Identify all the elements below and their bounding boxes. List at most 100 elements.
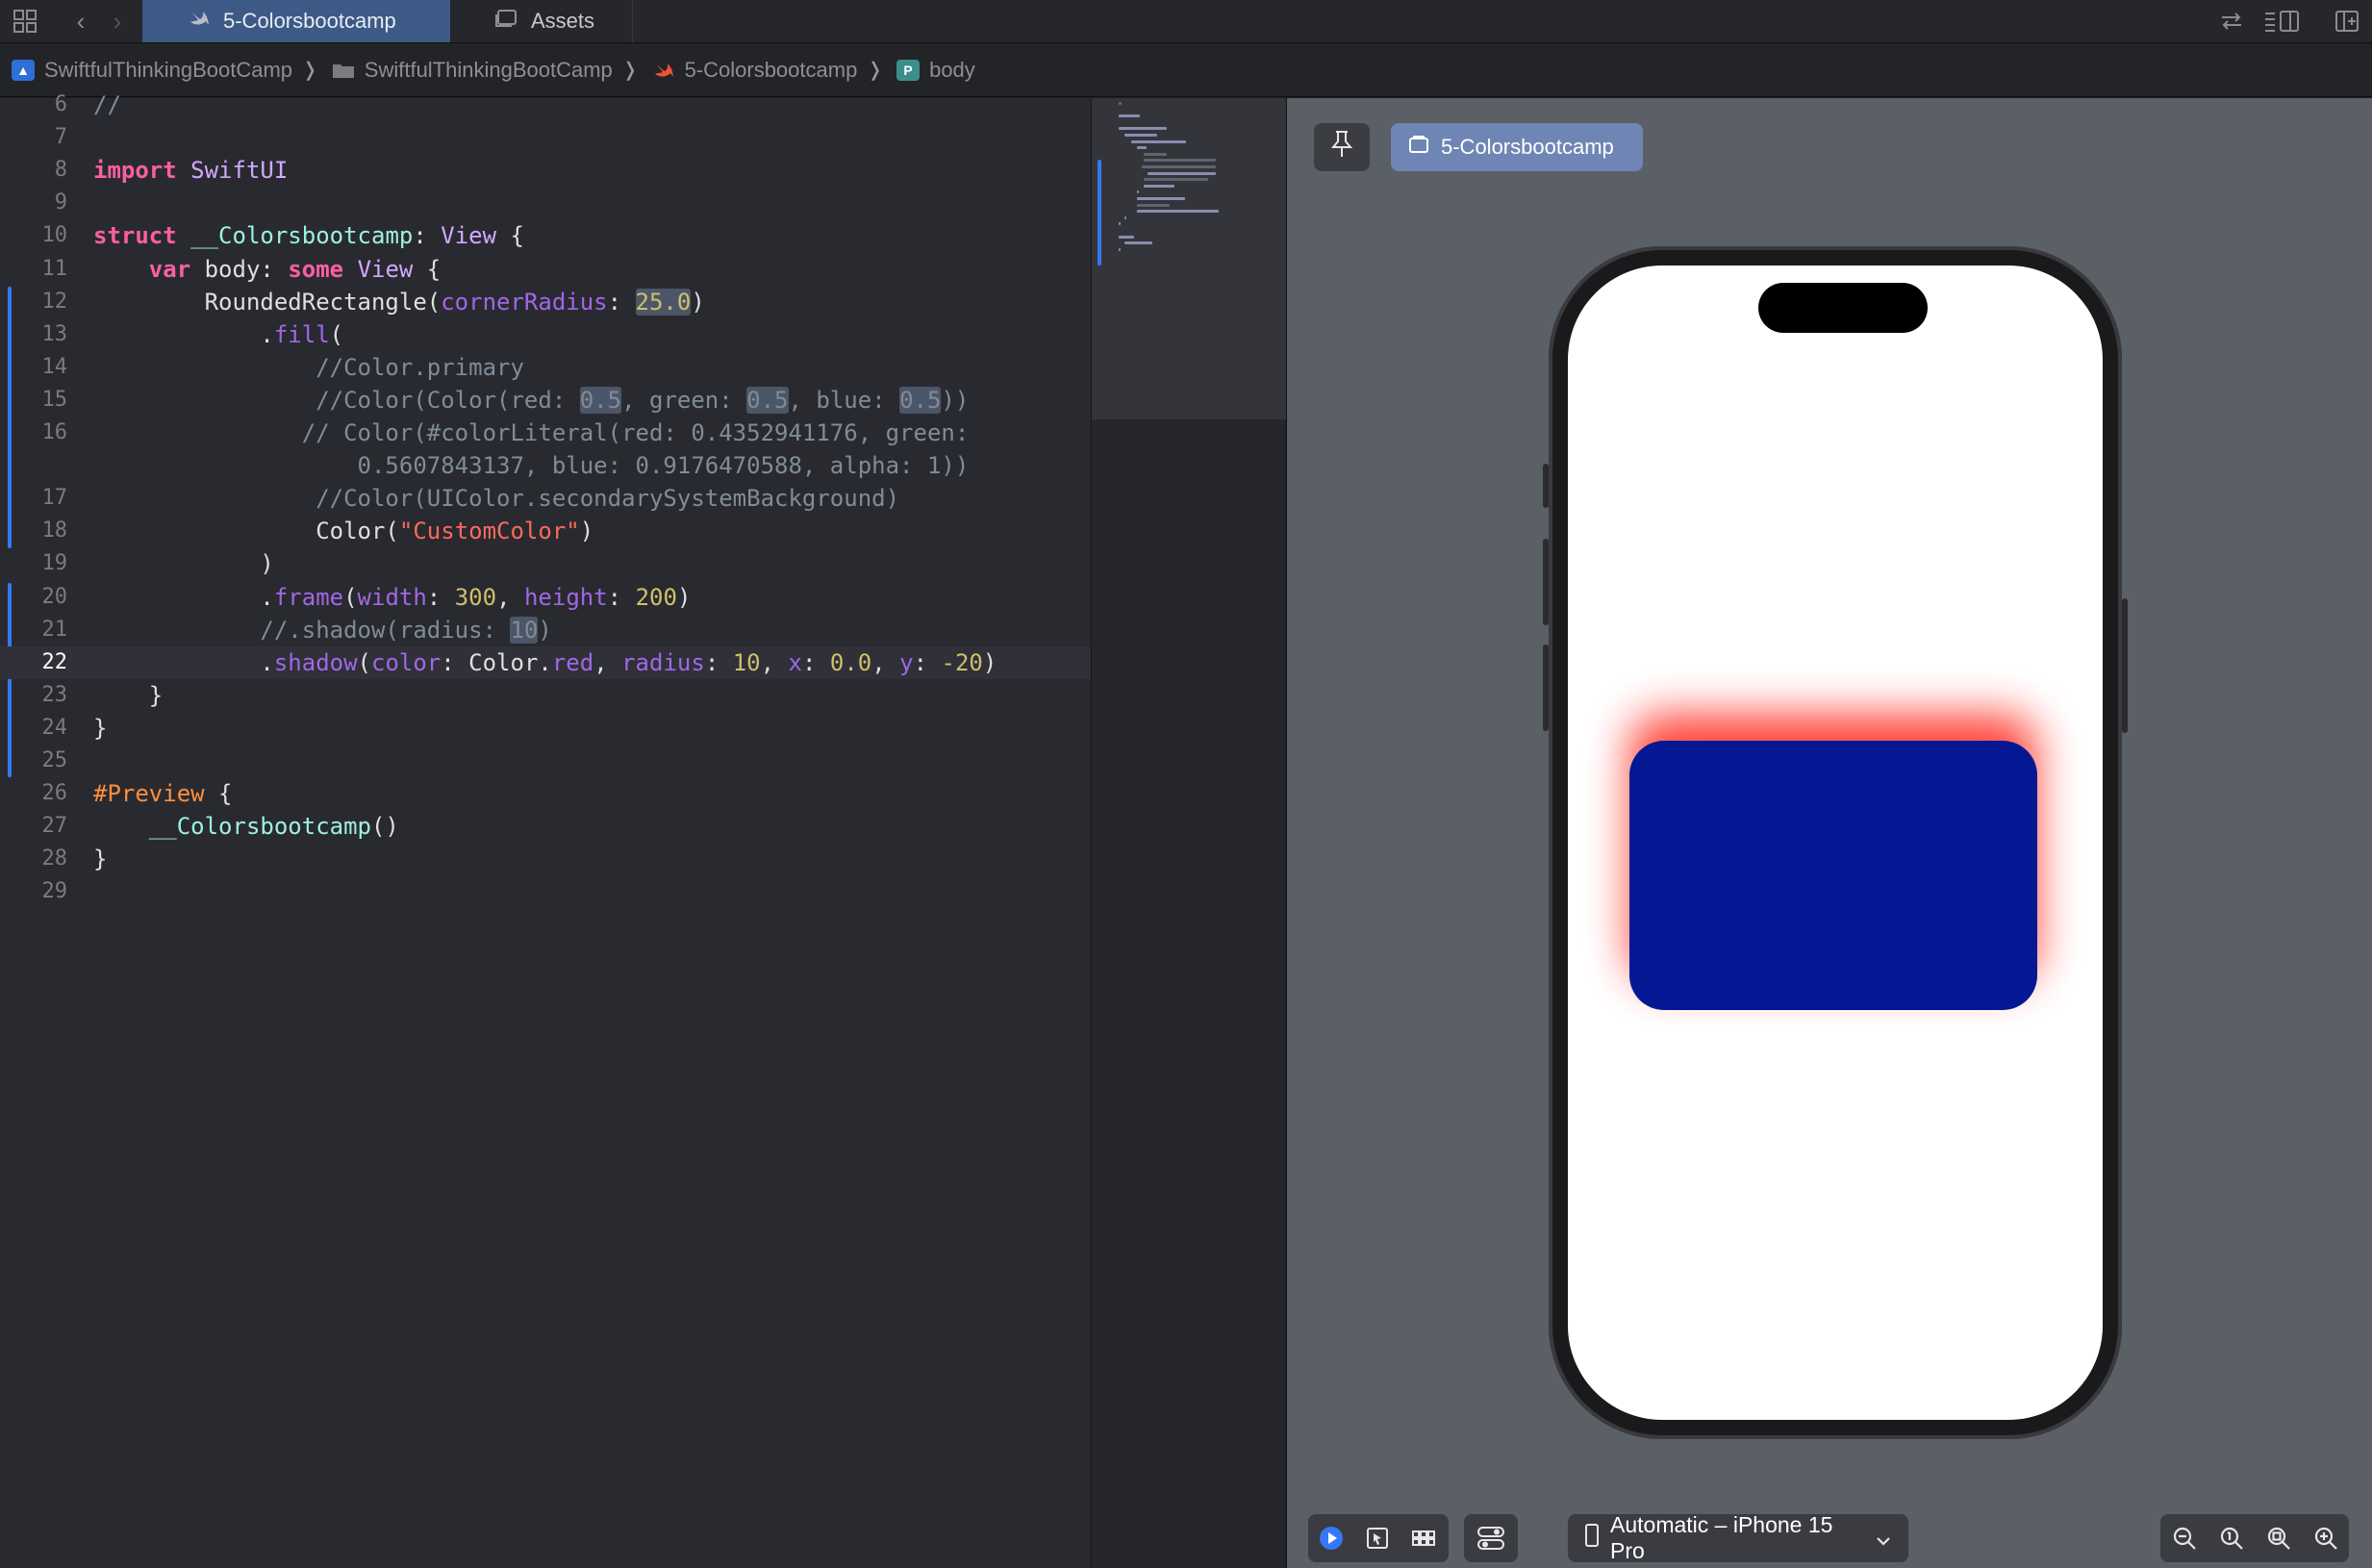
minimap-line	[1137, 146, 1147, 150]
line-number: 10	[41, 223, 68, 248]
line-number: 11	[41, 256, 68, 281]
swap-icon[interactable]	[2214, 6, 2249, 37]
chevron-down-icon	[1876, 1526, 1891, 1552]
zoom-in-icon[interactable]	[2305, 1514, 2347, 1562]
code-text: //	[93, 91, 121, 118]
minimap-line	[1137, 210, 1219, 214]
code-line[interactable]: 17 //Color(UIColor.secondarySystemBackgr…	[0, 482, 1091, 515]
code-line[interactable]: 10 struct __Colorsbootcamp: View {	[0, 219, 1091, 252]
code-line[interactable]: 19 )	[0, 547, 1091, 580]
line-number: 13	[41, 321, 68, 346]
zoom-out-icon[interactable]	[2163, 1514, 2206, 1562]
minimap-line	[1130, 139, 1187, 143]
back-icon[interactable]: ‹	[65, 6, 96, 37]
code-text: RoundedRectangle(cornerRadius: 25.0)	[93, 288, 705, 316]
code-line[interactable]: 13 .fill(	[0, 318, 1091, 351]
chevron-right-icon: ❭	[867, 60, 884, 81]
code-line[interactable]: 25	[0, 745, 1091, 777]
side-button	[2122, 598, 2128, 733]
preview-canvas[interactable]: 5-Colorsbootcamp Automatic – iPhone 15 P…	[1286, 98, 2372, 1568]
tab-label: Assets	[531, 9, 595, 33]
line-number: 24	[41, 715, 68, 740]
preview-mode-controls	[1308, 1514, 1449, 1562]
breadcrumb-folder[interactable]: SwiftfulThinkingBootCamp	[332, 58, 613, 83]
tab-label: 5-Colorsbootcamp	[223, 9, 396, 33]
zoom-actual-size-icon[interactable]	[2210, 1514, 2253, 1562]
chevron-right-icon: ❭	[302, 60, 318, 81]
line-number: 25	[41, 748, 68, 772]
minimap-line	[1124, 134, 1157, 137]
pin-button[interactable]	[1314, 123, 1370, 171]
minimap-line	[1148, 171, 1216, 175]
preview-selector-chip[interactable]: 5-Colorsbootcamp	[1391, 123, 1643, 171]
chevron-right-icon: ❭	[621, 60, 639, 81]
breadcrumb-project[interactable]: ▲ SwiftfulThinkingBootCamp	[12, 58, 292, 83]
line-number: 15	[41, 387, 68, 412]
device-settings-icon	[1464, 1514, 1518, 1562]
live-preview-icon[interactable]	[1308, 1514, 1354, 1562]
inspector-layout-icon[interactable]	[2262, 6, 2301, 37]
code-line[interactable]: 16 // Color(#colorLiteral(red: 0.4352941…	[0, 417, 1091, 449]
code-text: __Colorsbootcamp()	[148, 813, 399, 841]
code-line[interactable]: 0.5607843137, blue: 0.9176470588, alpha:…	[0, 449, 1091, 482]
add-editor-icon[interactable]	[2330, 6, 2364, 37]
minimap[interactable]	[1091, 98, 1286, 1568]
code-text: }	[93, 714, 108, 742]
code-text: struct __Colorsbootcamp: View {	[93, 222, 524, 250]
selectable-icon[interactable]	[1354, 1514, 1400, 1562]
line-number: 12	[41, 289, 68, 314]
device-label: Automatic – iPhone 15 Pro	[1610, 1512, 1833, 1563]
code-line[interactable]: 14 //Color.primary	[0, 351, 1091, 384]
minimap-line	[1119, 247, 1121, 251]
code-line[interactable]: 12 RoundedRectangle(cornerRadius: 25.0)	[0, 286, 1091, 318]
zoom-controls	[2160, 1514, 2349, 1562]
code-line[interactable]: 26 #Preview {	[0, 777, 1091, 810]
minimap-line	[1137, 203, 1170, 207]
code-line[interactable]: 15 //Color(Color(red: 0.5, green: 0.5, b…	[0, 384, 1091, 417]
grid-icon[interactable]	[10, 6, 40, 37]
code-line[interactable]: 20 .frame(width: 300, height: 200)	[0, 581, 1091, 614]
code-line[interactable]: 29	[0, 875, 1091, 908]
code-line[interactable]: 7	[0, 121, 1091, 154]
variants-icon[interactable]	[1400, 1514, 1447, 1562]
code-text: Color("CustomColor")	[93, 518, 594, 545]
breadcrumb-file[interactable]: 5-Colorsbootcamp	[652, 57, 858, 83]
code-line[interactable]: 24}	[0, 712, 1091, 745]
code-line[interactable]: 28}	[0, 843, 1091, 875]
forward-icon[interactable]: ›	[102, 6, 133, 37]
minimap-line	[1124, 215, 1126, 219]
line-number: 22	[41, 649, 68, 674]
code-text: //Color(Color(red: 0.5, green: 0.5, blue…	[93, 386, 970, 414]
tab-assets[interactable]: Assets	[450, 0, 633, 42]
iphone-device-frame	[1543, 246, 2128, 1439]
line-number: 19	[41, 551, 68, 576]
line-number: 6	[54, 92, 67, 116]
line-number: 29	[41, 879, 68, 904]
code-line[interactable]: 8 import SwiftUI	[0, 154, 1091, 187]
tab-colorsbootcamp[interactable]: 5-Colorsbootcamp	[142, 0, 450, 42]
code-text: .shadow(color: Color.red, radius: 10, x:…	[93, 648, 997, 676]
code-line[interactable]: 21 //.shadow(radius: 10)	[0, 614, 1091, 646]
code-editor[interactable]: 6 // 7 8 import SwiftUI 9 10 struct __Colorsboo…	[0, 91, 1091, 1568]
property-icon: P	[896, 59, 921, 81]
device-picker[interactable]: Automatic – iPhone 15 Pro	[1568, 1512, 1908, 1563]
code-text: // Color(#colorLiteral(red: 0.4352941176…	[93, 419, 970, 446]
minimap-change-indicator	[1098, 160, 1101, 266]
code-text: import SwiftUI	[93, 157, 289, 185]
line-number: 23	[41, 682, 68, 707]
code-line[interactable]: 23 }	[0, 679, 1091, 712]
code-line[interactable]: 6 //	[0, 89, 1091, 121]
code-line[interactable]: 27 __Colorsbootcamp()	[0, 810, 1091, 843]
zoom-to-fit-icon[interactable]	[2258, 1514, 2300, 1562]
code-line[interactable]: 22 .shadow(color: Color.red, radius: 10,…	[0, 645, 1091, 679]
device-settings-button[interactable]	[1464, 1514, 1518, 1562]
breadcrumb-label: SwiftfulThinkingBootCamp	[44, 57, 293, 82]
line-number: 18	[41, 518, 68, 544]
breadcrumb-symbol[interactable]: P body	[896, 58, 975, 83]
line-number: 28	[41, 847, 68, 872]
code-line[interactable]: 11 var body: some View {	[0, 253, 1091, 286]
breadcrumb-label: 5-Colorsbootcamp	[684, 57, 858, 82]
phone-screen	[1568, 266, 2103, 1420]
code-line[interactable]: 9	[0, 187, 1091, 219]
code-line[interactable]: 18 Color("CustomColor")	[0, 515, 1091, 547]
